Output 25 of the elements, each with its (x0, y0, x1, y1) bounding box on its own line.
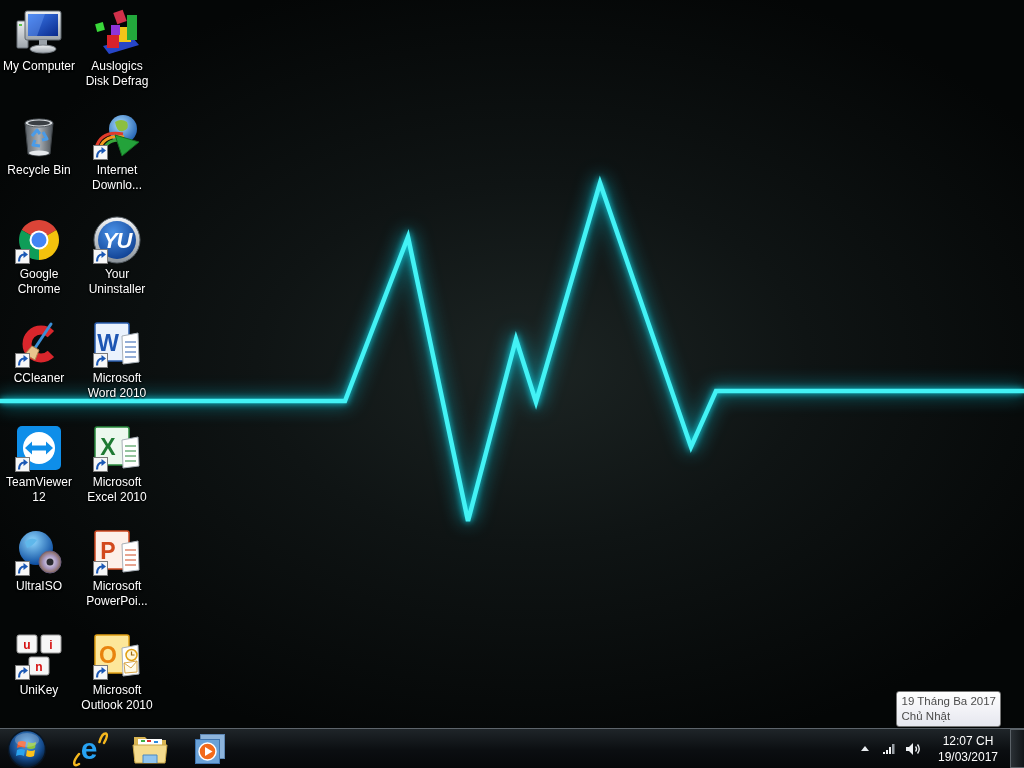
desktop-item[interactable]: Recycle Bin (0, 111, 78, 180)
desktop-item[interactable]: X Microsoft Excel 2010 (78, 423, 156, 507)
stacked-blocks-icon (93, 8, 141, 56)
caret-up-icon[interactable] (861, 746, 869, 751)
speaker-icon[interactable] (905, 741, 921, 756)
desktop-item[interactable]: W Microsoft Word 2010 (78, 319, 156, 403)
desktop-item[interactable]: u i n UniKey (0, 631, 78, 700)
tooltip-text: Chủ Nhật (901, 709, 952, 724)
desktop-item[interactable]: Auslogics Disk Defrag (78, 7, 156, 91)
desktop-item[interactable]: Internet Downlo... (78, 111, 156, 195)
desktop-item[interactable]: My Computer (0, 7, 78, 76)
computer-icon (15, 8, 63, 56)
tooltip-text: 19 Tháng Ba 2017 (901, 694, 996, 709)
desktop-item[interactable]: P Microsoft PowerPoi... (78, 527, 156, 611)
signal-bars-icon[interactable] (882, 743, 896, 754)
desktop-item[interactable]: CCleaner (0, 319, 78, 388)
desktop-item[interactable]: O Microsoft Outlook 2010 (78, 631, 156, 715)
desktop-item[interactable]: UltraISO (0, 527, 78, 596)
desktop-item[interactable]: Google Chrome (0, 215, 78, 299)
start-orb-icon[interactable] (7, 728, 47, 768)
show-desktop-button[interactable] (1010, 729, 1024, 768)
desktop-item[interactable]: TeamViewer 12 (0, 423, 78, 507)
taskbar-clock[interactable]: 12:07 CH 19/03/2017 (934, 729, 1002, 768)
desktop-item[interactable]: YU Your Uninstaller (78, 215, 156, 299)
play-tile-icon[interactable] (194, 732, 226, 765)
